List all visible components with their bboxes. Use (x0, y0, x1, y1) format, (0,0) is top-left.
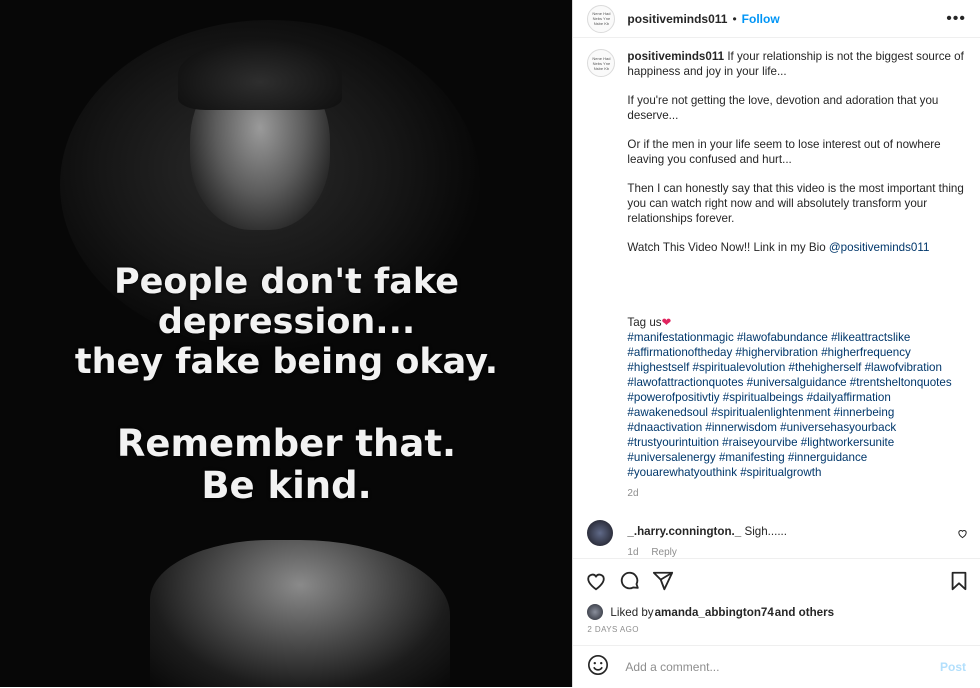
commenter-username[interactable]: _.harry.connington._ (627, 525, 741, 538)
comment-text: Sigh...... (741, 525, 787, 538)
comment-icon[interactable] (619, 570, 641, 592)
mention-link[interactable]: @positiveminds011 (829, 241, 930, 254)
quote-line-2: they fake being okay. (74, 342, 499, 382)
liker-avatar[interactable] (587, 604, 604, 620)
action-bar (573, 558, 980, 601)
commenter-avatar[interactable] (587, 520, 614, 546)
add-comment-bar: Post (573, 645, 980, 688)
comment-line: _.harry.connington._ Sigh...... (627, 525, 787, 538)
caption: Nene Had Nebs Yne Nsbe Kb positiveminds0… (587, 49, 970, 501)
caption-paragraph-4: Then I can honestly say that this video … (627, 182, 964, 225)
post-date: 2 DAYS AGO (587, 625, 639, 634)
caption-time: 2d (627, 488, 639, 499)
more-icon[interactable]: ••• (946, 10, 966, 28)
post-image[interactable]: People don't fake depression... they fak… (0, 0, 573, 687)
caption-paragraph-1: positiveminds011 If your relationship is… (627, 49, 967, 79)
comment-item: _.harry.connington._ Sigh...... 1d Reply (587, 520, 970, 558)
hashtags[interactable]: #manifestationmagic #lawofabundance #lik… (627, 330, 967, 480)
tag-us-text: Tag us (627, 316, 662, 329)
image-quote-bottom: Remember that. Be kind. (0, 423, 572, 507)
tag-us-line: Tag us❤ (627, 315, 967, 330)
post-modal: People don't fake depression... they fak… (0, 0, 980, 687)
caption-author-avatar[interactable]: Nene Had Nebs Yne Nsbe Kb (587, 49, 616, 77)
likes-summary: Liked by amanda_abbington74 and others (587, 604, 834, 620)
caption-avatar-lettering: Nene Had Nebs Yne Nsbe Kb (592, 55, 611, 71)
caption-paragraph-3: Or if the men in your life seem to lose … (627, 138, 941, 166)
image-quote-top: People don't fake depression... they fak… (0, 262, 572, 382)
avatar-lettering: Nene Had Nebs Yne Nsbe Kb (592, 11, 611, 26)
caption-watch-text: Watch This Video Now!! Link in my Bio (627, 241, 829, 254)
image-portrait-hands (150, 540, 450, 687)
caption-area: Nene Had Nebs Yne Nsbe Kb positiveminds0… (587, 49, 970, 501)
caption-paragraph-2: If you're not getting the love, devotion… (627, 94, 939, 122)
caption-paragraph-5: Watch This Video Now!! Link in my Bio @p… (627, 240, 967, 255)
red-heart-icon: ❤ (661, 316, 672, 329)
quote-line-4: Be kind. (201, 464, 372, 507)
caption-text: positiveminds011 If your relationship is… (627, 49, 967, 501)
share-icon[interactable] (652, 570, 674, 592)
author-avatar[interactable]: Nene Had Nebs Yne Nsbe Kb (587, 4, 616, 33)
reply-button[interactable]: Reply (651, 547, 677, 558)
add-comment-input[interactable] (623, 659, 940, 675)
small-heart-icon[interactable] (957, 528, 968, 542)
image-portrait-hair (178, 40, 342, 110)
post-comment-button[interactable]: Post (940, 660, 966, 674)
likes-prefix: Liked by (610, 605, 654, 619)
comment-body: _.harry.connington._ Sigh...... 1d Reply (627, 525, 787, 558)
heart-icon[interactable] (585, 570, 607, 592)
quote-line-1: People don't fake depression... (114, 262, 459, 342)
quote-line-3: Remember that. (116, 422, 457, 465)
header-separator: • (732, 11, 737, 26)
emoji-icon[interactable] (587, 654, 609, 681)
likes-suffix[interactable]: and others (775, 606, 834, 619)
comment-time: 1d (627, 547, 639, 558)
comment-meta: 1d Reply (627, 547, 787, 558)
caption-username[interactable]: positiveminds011 (627, 50, 724, 63)
post-sidebar: Nene Had Nebs Yne Nsbe Kb positiveminds0… (572, 0, 980, 687)
liker-username[interactable]: amanda_abbington74 (655, 606, 774, 619)
follow-button[interactable]: Follow (742, 12, 780, 26)
bookmark-icon[interactable] (948, 570, 970, 592)
post-header: Nene Had Nebs Yne Nsbe Kb positiveminds0… (573, 0, 980, 38)
author-username[interactable]: positiveminds011 (627, 12, 727, 26)
